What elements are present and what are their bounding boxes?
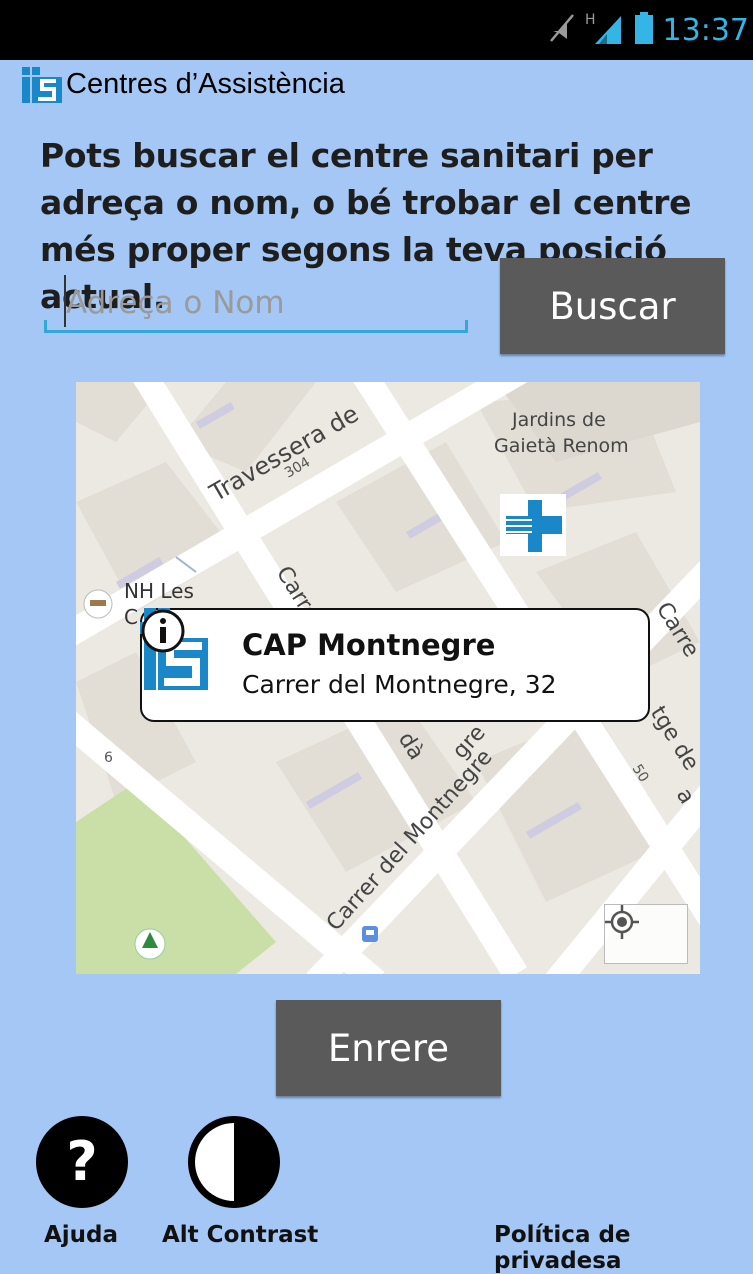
my-location-icon [605, 905, 639, 939]
info-window-title: CAP Montnegre [242, 628, 496, 662]
search-button[interactable]: Buscar [500, 258, 725, 354]
my-location-button[interactable] [604, 904, 688, 964]
search-underline [44, 320, 468, 333]
battery-icon [634, 11, 653, 49]
hotel-poi-icon [83, 589, 113, 619]
park-poi-icon [134, 928, 166, 960]
svg-text:H: H [585, 12, 596, 28]
svg-text:C: C [124, 605, 138, 629]
text-cursor [64, 275, 66, 327]
search-field[interactable] [44, 275, 468, 336]
svg-text:Jardins de: Jardins de [511, 409, 606, 431]
info-window-box [140, 608, 650, 722]
status-time: 13:37 [662, 12, 749, 48]
signal-icon: H [585, 10, 625, 51]
info-icon[interactable] [140, 608, 186, 654]
svg-text:6: 6 [104, 750, 113, 766]
contrast-label[interactable]: Alt Contrast [162, 1222, 318, 1248]
back-button[interactable]: Enrere [276, 1000, 501, 1096]
info-window-address: Carrer del Montnegre, 32 [242, 670, 557, 699]
svg-text:Gaietà Renom: Gaietà Renom [494, 435, 629, 457]
bus-stop-icon [362, 926, 378, 942]
mute-icon [549, 13, 575, 48]
app-title: Centres d’Assistència [66, 68, 345, 100]
search-input[interactable] [44, 280, 468, 326]
privacy-policy-link[interactable]: Política de privadesa [494, 1222, 753, 1274]
help-icon[interactable]: ? [34, 1114, 130, 1210]
svg-text:?: ? [66, 1130, 97, 1193]
map-view[interactable]: Travessera de 304 Jardins de Gaietà Reno… [76, 382, 700, 974]
action-bar: Centres d’Assistència [0, 60, 753, 110]
svg-text:NH Les: NH Les [124, 579, 194, 603]
map-info-window[interactable]: CAP Montnegre Carrer del Montnegre, 32 [140, 608, 652, 724]
help-label[interactable]: Ajuda [44, 1222, 118, 1248]
status-bar: H 13:37 [0, 0, 753, 60]
health-center-marker-icon[interactable] [500, 494, 566, 556]
app-logo-icon [22, 67, 62, 103]
contrast-icon[interactable] [186, 1114, 282, 1210]
